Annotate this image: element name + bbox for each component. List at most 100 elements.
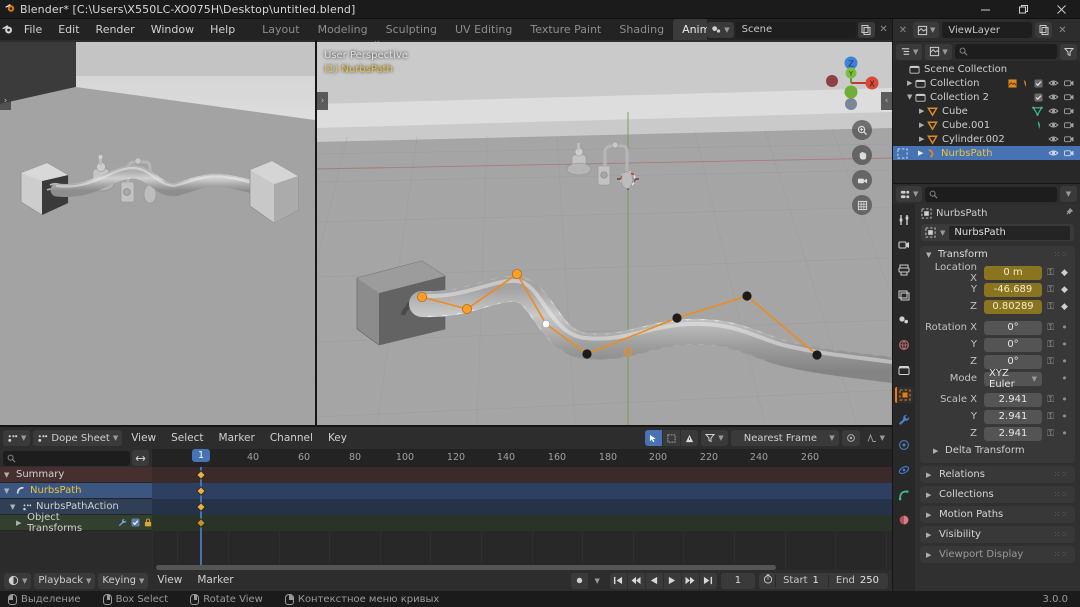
outliner-display-mode-selector[interactable]: ▼ — [913, 22, 940, 38]
timeline-menu-view[interactable]: View — [151, 569, 188, 592]
tab-object-data[interactable] — [895, 487, 913, 503]
tab-output[interactable] — [895, 262, 913, 278]
workspace-tab-texture-paint[interactable]: Texture Paint — [521, 19, 610, 40]
right-3d-viewport[interactable]: User Perspective (1) NurbsPath Z Y X › ‹ — [317, 42, 892, 425]
scene-datablock-selector[interactable]: ▼ — [707, 21, 734, 38]
editor-separator-horizontal[interactable] — [0, 425, 892, 427]
camera-icon[interactable] — [1064, 107, 1074, 115]
prev-keyframe-icon[interactable] — [627, 572, 645, 589]
lock-icon[interactable] — [144, 518, 152, 527]
drag-handle-icon[interactable]: ⁙⁙ — [1054, 530, 1069, 539]
outliner-row-scene-collection[interactable]: Scene Collection — [893, 62, 1080, 76]
editor-separator-vertical[interactable] — [315, 40, 317, 425]
expand-triangle-icon[interactable]: ▶ — [918, 149, 926, 157]
viewport-display-panel[interactable]: ▶ Viewport Display ⁙⁙ — [920, 546, 1075, 563]
camera-icon[interactable] — [1064, 121, 1074, 129]
mesh-data-icon[interactable] — [1032, 106, 1043, 116]
end-frame-value[interactable]: 250 — [860, 575, 888, 586]
rotation-z-field[interactable]: 0° — [984, 354, 1042, 369]
expand-triangle-icon[interactable]: ▶ — [926, 491, 934, 499]
expand-triangle-icon[interactable]: ▼ — [10, 503, 18, 511]
outliner-display-toggle[interactable]: ▼ — [896, 43, 923, 60]
lock-icon[interactable]: ⚿ — [1045, 268, 1056, 278]
animate-dot-icon[interactable]: • — [1059, 339, 1070, 350]
new-scene-button[interactable] — [857, 21, 875, 38]
dope-timeline-ruler[interactable]: 20 40 60 80 100 120 140 160 180 200 220 … — [152, 449, 892, 467]
checkbox-icon[interactable] — [131, 518, 140, 527]
rotation-mode-selector[interactable]: XYZ Euler ▼ — [984, 368, 1042, 390]
curve-datablock-icon[interactable] — [1022, 79, 1029, 88]
drag-handle-icon[interactable]: ⁙⁙ — [1054, 470, 1069, 479]
menu-edit[interactable]: Edit — [50, 19, 87, 40]
lock-icon[interactable]: ⚿ — [1045, 340, 1056, 350]
expand-triangle-icon[interactable]: ▶ — [907, 79, 915, 87]
camera-icon[interactable] — [1064, 79, 1074, 87]
outliner-search-input[interactable] — [954, 44, 1057, 59]
tab-collection[interactable] — [895, 362, 913, 378]
tab-tool[interactable] — [895, 212, 913, 228]
keyframe-row-object-transforms[interactable] — [152, 515, 892, 531]
outliner-properties-separator[interactable] — [893, 183, 1080, 184]
relations-panel[interactable]: ▶ Relations ⁙⁙ — [920, 466, 1075, 483]
close-button[interactable] — [1042, 0, 1080, 19]
tab-render[interactable] — [895, 237, 913, 253]
current-frame-field[interactable]: 1 — [720, 572, 756, 589]
camera-icon[interactable] — [1064, 149, 1074, 157]
maximize-button[interactable] — [1004, 0, 1042, 19]
visibility-panel[interactable]: ▶ Visibility ⁙⁙ — [920, 526, 1075, 543]
playback-popover-button[interactable]: Playback ▼ — [34, 572, 96, 589]
zoom-icon[interactable] — [852, 120, 872, 140]
camera-icon[interactable] — [1064, 93, 1074, 101]
workspace-tab-sculpting[interactable]: Sculpting — [377, 19, 446, 40]
workspace-tab-animation[interactable]: Animation — [673, 19, 708, 40]
workspace-tab-uv-editing[interactable]: UV Editing — [446, 19, 521, 40]
outliner-row-cylinder-002[interactable]: ▶ Cylinder.002 — [893, 132, 1080, 146]
camera-icon[interactable] — [1064, 135, 1074, 143]
location-z-field[interactable]: 0.80289 — [984, 299, 1042, 314]
playhead-frame-label[interactable]: 1 — [191, 449, 211, 462]
play-reverse-icon[interactable] — [645, 572, 663, 589]
drag-handle-icon[interactable]: ⁙⁙ — [1054, 250, 1069, 259]
properties-search-input[interactable] — [925, 186, 1057, 202]
outliner-filter-button[interactable] — [1060, 43, 1077, 60]
animate-dot-icon[interactable]: • — [1059, 411, 1070, 422]
dope-editor-type-button[interactable]: ▼ — [3, 430, 31, 446]
tab-view-layer[interactable] — [895, 287, 913, 303]
rotation-x-field[interactable]: 0° — [984, 320, 1042, 335]
lock-icon[interactable]: ⚿ — [1045, 302, 1056, 312]
editor-separator-right[interactable] — [892, 19, 893, 591]
expand-triangle-icon[interactable]: ▶ — [919, 107, 927, 115]
tab-physics[interactable] — [895, 437, 913, 453]
animate-dot-icon[interactable]: • — [1059, 356, 1070, 367]
outliner-row-collection[interactable]: ▶ Collection — [893, 76, 1080, 90]
expand-triangle-icon[interactable]: ▶ — [926, 531, 934, 539]
left-viewport-toolbar-toggle[interactable]: › — [0, 92, 11, 110]
workspace-tab-modeling[interactable]: Modeling — [309, 19, 377, 40]
keying-popover-button[interactable]: Keying ▼ — [98, 572, 149, 589]
delta-transform-subpanel[interactable]: ▶ Delta Transform — [925, 443, 1070, 458]
show-hidden-icon[interactable] — [663, 430, 681, 446]
dope-falloff-button[interactable]: ▼ — [863, 430, 889, 446]
menu-render[interactable]: Render — [88, 19, 143, 40]
right-viewport-sidebar-toggle[interactable]: ‹ — [881, 92, 892, 110]
keyframe-row-action[interactable] — [152, 499, 892, 515]
drag-handle-icon[interactable]: ⁙⁙ — [1054, 490, 1069, 499]
menu-help[interactable]: Help — [202, 19, 243, 40]
only-selected-icon[interactable] — [645, 430, 663, 446]
curve-data-icon[interactable] — [1036, 120, 1043, 130]
transform-panel-header[interactable]: ▼ Transform ⁙⁙ — [920, 246, 1075, 263]
menu-window[interactable]: Window — [143, 19, 202, 40]
tab-world[interactable] — [895, 337, 913, 353]
animate-dot-icon[interactable]: • — [1059, 394, 1070, 405]
eye-icon[interactable] — [1048, 121, 1059, 129]
workspace-tab-layout[interactable]: Layout — [253, 19, 308, 40]
start-frame-value[interactable]: 1 — [813, 575, 828, 586]
channel-summary[interactable]: ▼ Summary — [0, 467, 152, 483]
scale-y-field[interactable]: 2.941 — [984, 409, 1042, 424]
tab-material[interactable] — [895, 512, 913, 528]
hand-pan-icon[interactable] — [852, 145, 872, 165]
dope-search-input[interactable] — [3, 450, 130, 466]
keyframe-diamond-icon[interactable]: ◆ — [1059, 268, 1070, 278]
auto-keyframe-icon[interactable] — [570, 572, 588, 589]
dope-proportional-edit-button[interactable] — [841, 430, 860, 446]
